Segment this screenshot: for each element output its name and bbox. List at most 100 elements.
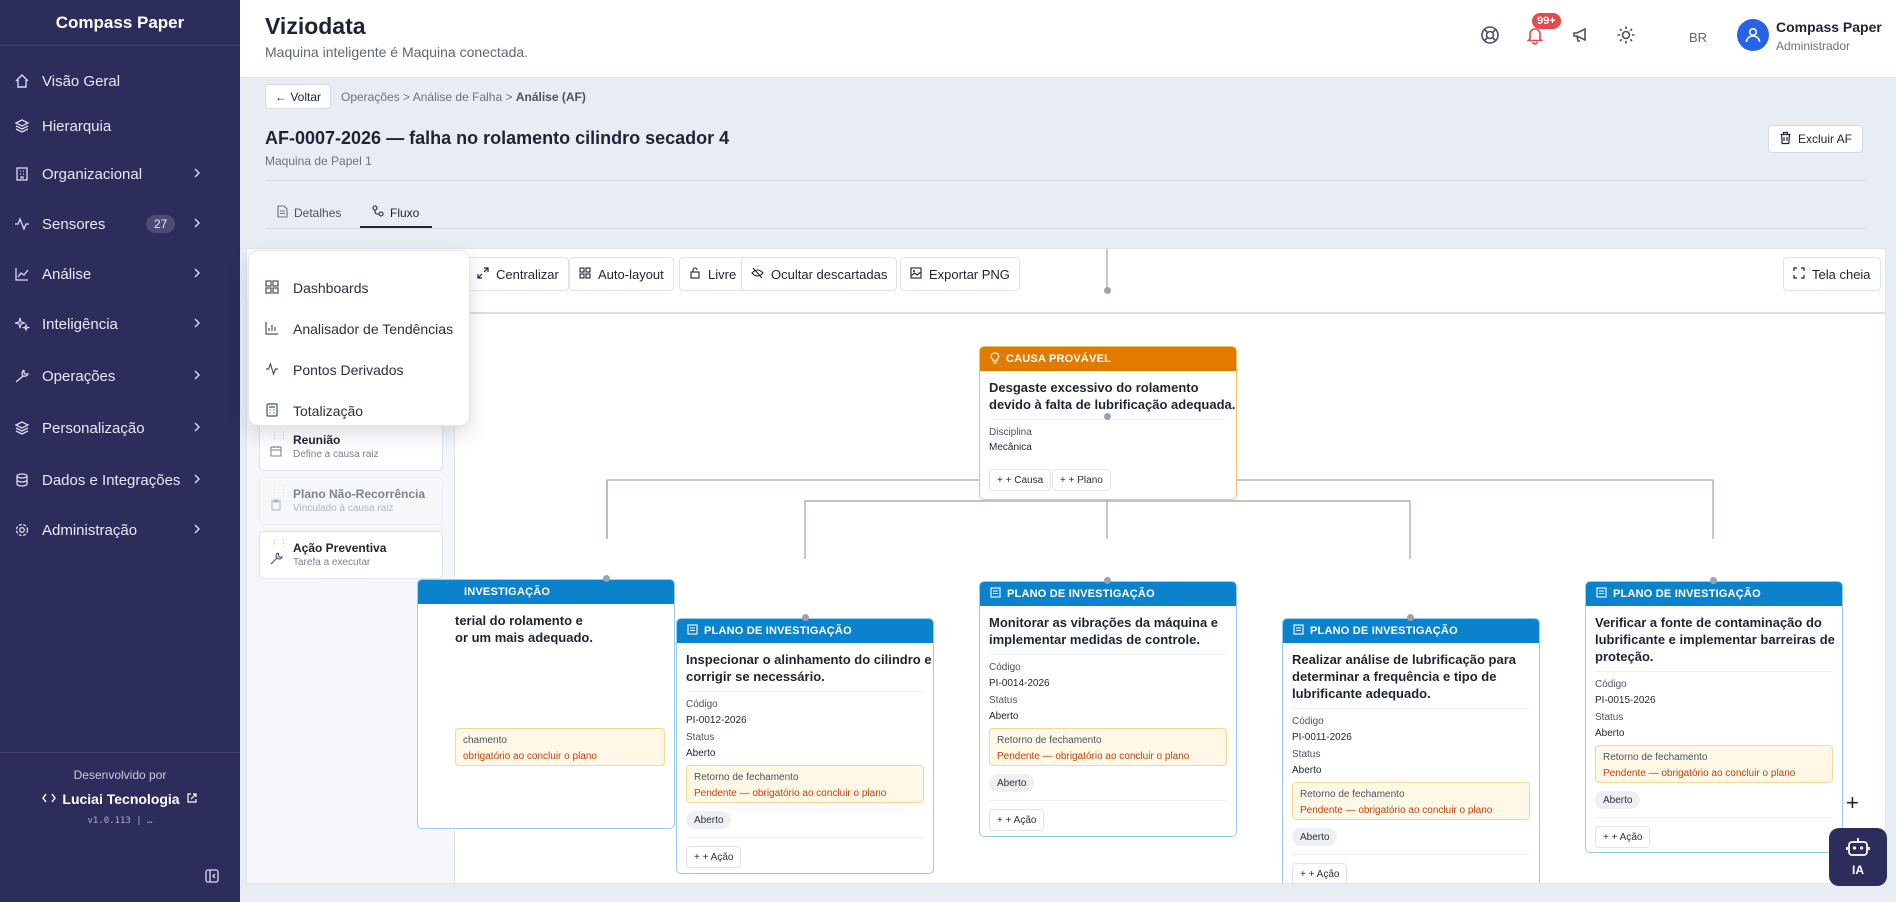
sidebar-item-organizacional[interactable]: Organizacional	[0, 154, 240, 194]
layers-icon	[14, 118, 30, 134]
sidebar-item-label: Operações	[42, 367, 116, 385]
plan-node-header: PLANO DE INVESTIGAÇÃO	[1283, 619, 1539, 643]
add-plan-button[interactable]: + + Plano	[1052, 469, 1111, 491]
node-handle[interactable]	[1407, 614, 1414, 621]
app-version: v1.0.113 | …	[87, 816, 153, 826]
menu-item-dashboards[interactable]: Dashboards	[265, 277, 369, 299]
code-icon	[42, 791, 57, 807]
plan-node[interactable]: PLANO DE INVESTIGAÇÃO Verificar a fonte …	[1585, 581, 1843, 853]
plan-title-line1: Inspecionar o alinhamento do cilindro e	[686, 652, 932, 667]
free-mode-button[interactable]: Livre	[679, 257, 747, 291]
node-handle[interactable]	[1104, 287, 1111, 294]
sidebar-item-hierarquia[interactable]: Hierarquia	[0, 106, 240, 146]
fullscreen-button[interactable]: Tela cheia	[1783, 257, 1881, 291]
user-avatar[interactable]	[1737, 19, 1769, 51]
cause-title-line1: Desgaste excessivo do rolamento	[989, 380, 1199, 395]
auto-layout-button[interactable]: Auto-layout	[569, 257, 674, 291]
add-action-button[interactable]: + + Ação	[686, 846, 742, 868]
tab-detalhes[interactable]: Detalhes	[277, 205, 341, 221]
center-button[interactable]: Centralizar	[467, 257, 569, 291]
status-value: Aberto	[686, 748, 716, 759]
delete-af-label: Excluir AF	[1798, 132, 1853, 146]
status-badge: Aberto	[989, 774, 1035, 792]
zoom-in-button[interactable]: +	[1846, 790, 1859, 816]
discipline-value: Mecânica	[989, 442, 1032, 453]
language-selector[interactable]: BR	[1689, 30, 1707, 45]
plan-title-line1: Realizar análise de lubrificação para	[1292, 652, 1516, 667]
user-name[interactable]: Compass Paper	[1776, 19, 1882, 35]
plan-node-type: PLANO DE INVESTIGAÇÃO	[1007, 588, 1155, 600]
add-action-button[interactable]: + + Ação	[1292, 863, 1348, 883]
sidebar-item-administracao[interactable]: Administração	[0, 510, 240, 550]
gear-icon	[14, 522, 30, 538]
trash-icon	[1779, 131, 1792, 148]
theme-sun-icon[interactable]	[1615, 24, 1637, 46]
menu-item-analisador-tendencias[interactable]: Analisador de Tendências	[265, 318, 453, 340]
status-label: Status	[686, 732, 715, 743]
add-action-button[interactable]: + + Ação	[989, 809, 1045, 831]
app-title: Viziodata	[265, 13, 366, 39]
breadcrumb-operacoes[interactable]: Operações	[341, 90, 400, 104]
node-handle[interactable]	[1104, 413, 1111, 420]
sidebar-item-label: Análise	[42, 265, 92, 283]
back-button[interactable]: ← Voltar	[265, 84, 332, 109]
free-mode-label: Livre	[708, 266, 737, 282]
company-link[interactable]: Luciai Tecnologia	[0, 791, 240, 807]
export-png-button[interactable]: Exportar PNG	[900, 257, 1020, 291]
user-role: Administrador	[1776, 39, 1851, 53]
plan-title-line3: proteção.	[1595, 649, 1654, 664]
menu-item-pontos-derivados[interactable]: Pontos Derivados	[265, 359, 404, 381]
chevron-right-icon	[192, 316, 202, 334]
sidebar-item-operacoes[interactable]: Operações	[0, 356, 240, 396]
node-handle[interactable]	[802, 614, 809, 621]
help-icon[interactable]	[1479, 24, 1501, 46]
node-handle[interactable]	[603, 575, 610, 582]
menu-item-label: Dashboards	[293, 280, 369, 296]
tab-fluxo[interactable]: Fluxo	[372, 205, 419, 220]
plan-title-line1: terial do rolamento e	[455, 613, 583, 628]
menu-item-totalizacao[interactable]: Totalização	[265, 400, 363, 422]
node-handle[interactable]	[1104, 577, 1111, 584]
sensor-count-badge: 27	[146, 215, 176, 233]
plan-node[interactable]: INVESTIGAÇÃO terial do rolamento e or um…	[417, 579, 675, 829]
flow-canvas-panel: ⋮⋮ Reunião Define a causa raiz ⋮⋮ Plano …	[246, 248, 1886, 884]
sidebar-item-inteligencia[interactable]: Inteligência	[0, 304, 240, 344]
sidebar-item-dados-integracoes[interactable]: Dados e Integrações	[0, 460, 240, 500]
collapse-sidebar-icon[interactable]	[204, 868, 220, 889]
sidebar-item-analise[interactable]: Análise	[0, 254, 240, 294]
plan-title-line2: determinar a frequência e tipo de	[1292, 669, 1497, 684]
plan-node[interactable]: PLANO DE INVESTIGAÇÃO Realizar análise d…	[1282, 618, 1540, 883]
sidebar-item-label: Organizacional	[42, 165, 143, 183]
chevron-right-icon	[192, 166, 202, 184]
scroll-icon	[1293, 624, 1304, 638]
add-cause-button[interactable]: + + Causa	[989, 469, 1052, 491]
plan-node[interactable]: PLANO DE INVESTIGAÇÃO Inspecionar o alin…	[676, 618, 934, 874]
ai-assistant-button[interactable]: IA	[1829, 828, 1887, 886]
hide-discarded-button[interactable]: Ocultar descartadas	[741, 257, 898, 291]
fullscreen-label: Tela cheia	[1812, 266, 1871, 282]
cause-node[interactable]: CAUSA PROVÁVEL Desgaste excessivo do rol…	[979, 346, 1237, 500]
sidebar-item-sensores[interactable]: Sensores 27	[0, 204, 240, 244]
sidebar-item-label: Inteligência	[42, 315, 118, 333]
sidebar-item-personalizacao[interactable]: Personalização	[0, 408, 240, 448]
plan-node[interactable]: PLANO DE INVESTIGAÇÃO Monitorar as vibra…	[979, 581, 1237, 837]
node-handle[interactable]	[1710, 577, 1717, 584]
status-label: Status	[1595, 712, 1624, 723]
plan-title-line3: lubrificante adequado.	[1292, 686, 1431, 701]
sidebar-item-label: Administração	[42, 521, 138, 539]
robot-icon	[1846, 837, 1870, 860]
breadcrumb-analise-falha[interactable]: Análise de Falha	[413, 90, 502, 104]
plan-title-line1: Verificar a fonte de contaminação do	[1595, 615, 1822, 630]
developed-by-label: Desenvolvido por	[73, 768, 167, 782]
megaphone-icon[interactable]	[1570, 24, 1592, 46]
closing-return-label: Retorno de fechamento	[1603, 752, 1708, 763]
code-value: PI-0012-2026	[686, 715, 747, 726]
sidebar-brand: Compass Paper	[0, 0, 240, 46]
plan-node-type: PLANO DE INVESTIGAÇÃO	[704, 625, 852, 637]
sidebar-item-visao-geral[interactable]: Visão Geral	[0, 61, 240, 101]
hide-discarded-label: Ocultar descartadas	[771, 266, 888, 282]
sidebar-item-label: Personalização	[42, 419, 145, 437]
delete-af-button[interactable]: Excluir AF	[1768, 125, 1864, 153]
add-action-button[interactable]: + + Ação	[1595, 826, 1651, 848]
plan-node-type: PLANO DE INVESTIGAÇÃO	[1310, 625, 1458, 637]
